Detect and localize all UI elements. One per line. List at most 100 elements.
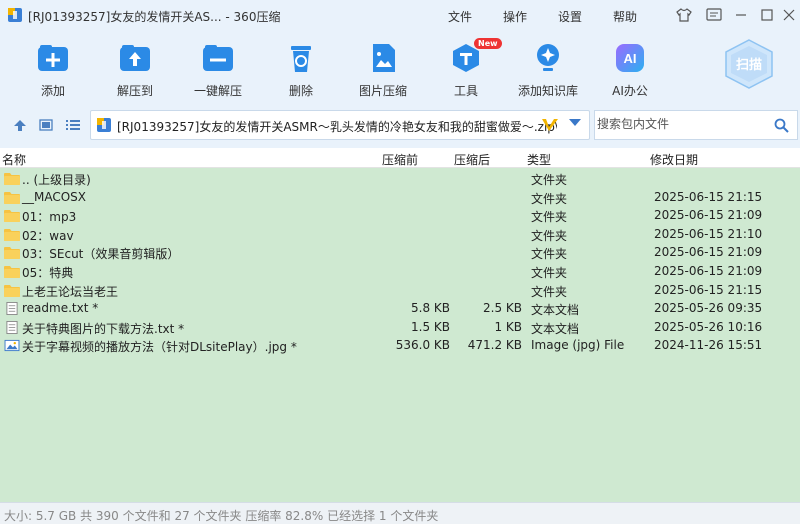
knowledge-base-label: 添加知识库 <box>517 84 578 98</box>
search-box <box>594 110 798 140</box>
file-name: 上老王论坛当老王 <box>22 284 119 299</box>
ai-icon-text: AI <box>624 51 637 66</box>
file-date: 2025-06-15 21:09 <box>654 264 763 278</box>
scan-button[interactable]: 扫描 <box>722 38 776 90</box>
col-modified[interactable]: 修改日期 <box>650 151 698 168</box>
status-bar: 大小: 5.7 GB 共 390 个文件和 27 个文件夹 压缩率 82.8% … <box>0 502 800 524</box>
trash-icon <box>291 46 311 72</box>
file-name: 01：mp3 <box>22 210 77 225</box>
table-row[interactable]: 02：wav 文件夹 2025-06-15 21:10 <box>0 225 800 244</box>
table-row[interactable]: readme.txt * 5.8 KB 2.5 KB 文本文档 2025-05-26 0… <box>0 299 800 318</box>
folder-icon <box>4 173 20 185</box>
add-label: 添加 <box>40 84 65 98</box>
table-row[interactable]: 01：mp3 文件夹 2025-06-15 21:09 <box>0 206 800 225</box>
delete-label: 删除 <box>288 84 313 98</box>
ai-office-icon: AI <box>616 44 644 72</box>
tools-label: 工具 <box>453 84 478 98</box>
file-size-after: 1 KB <box>494 319 522 334</box>
col-name[interactable]: 名称 <box>2 151 26 168</box>
skin-icon[interactable] <box>676 7 692 23</box>
window-title: [RJ01393257]女友的发情开关AS... - 360压缩 <box>28 10 281 24</box>
menu-help[interactable]: 帮助 <box>613 8 637 25</box>
file-type: 文件夹 <box>531 284 568 299</box>
new-badge: New <box>474 38 502 49</box>
text-file-icon <box>6 302 18 316</box>
search-icon[interactable] <box>774 118 789 133</box>
file-date: 2025-06-15 21:09 <box>654 245 763 260</box>
tools-button[interactable]: New 工具 <box>434 38 502 100</box>
file-date: 2025-06-15 21:09 <box>654 208 763 223</box>
thumbnail-view-icon[interactable] <box>37 116 55 134</box>
table-row[interactable]: 03：SEcut（效果音剪辑版） 文件夹 2025-06-15 21:09 <box>0 243 800 262</box>
path-text: [RJ01393257]女友的发情开关ASMR～乳头发情的冷艳女友和我的甜蜜做爱… <box>117 120 557 134</box>
file-date: 2024-11-26 15:51 <box>654 338 763 353</box>
file-name: readme.txt * <box>22 301 99 316</box>
image-compress-button[interactable]: 图片压缩 <box>351 38 415 100</box>
file-type: 文件夹 <box>531 228 568 243</box>
text-file-icon <box>6 320 18 334</box>
file-name: 05：特典 <box>22 266 74 280</box>
extract-to-label: 解压到 <box>116 84 153 98</box>
check-v-icon <box>542 119 558 131</box>
file-name: 03：SEcut（效果音剪辑版） <box>22 247 180 262</box>
knowledge-base-icon <box>537 44 559 71</box>
close-icon[interactable] <box>781 7 797 23</box>
delete-button[interactable]: 删除 <box>269 38 333 100</box>
folder-icon <box>4 284 20 297</box>
path-dropdown-icon[interactable] <box>569 119 581 126</box>
file-type: 文件夹 <box>531 191 568 206</box>
menu-settings[interactable]: 设置 <box>558 8 582 25</box>
add-button[interactable]: 添加 <box>21 38 85 100</box>
file-date: 2025-05-26 10:16 <box>654 319 763 334</box>
file-list[interactable]: 名称 压缩前 压缩后 类型 修改日期 .. (上级目录) 文件夹 __MACOSX 文… <box>0 148 800 502</box>
file-size-after: 2.5 KB <box>483 301 522 316</box>
image-compress-icon <box>373 44 395 72</box>
extract-to-button[interactable]: 解压到 <box>103 38 167 100</box>
table-row[interactable]: .. (上级目录) 文件夹 <box>0 169 800 188</box>
menu-operation[interactable]: 操作 <box>503 8 527 25</box>
one-click-extract-icon <box>203 45 233 71</box>
col-compressed-before[interactable]: 压缩前 <box>382 151 418 168</box>
table-row[interactable]: 05：特典 文件夹 2025-06-15 21:09 <box>0 262 800 281</box>
feedback-icon[interactable] <box>706 7 722 23</box>
table-row[interactable]: 上老王论坛当老王 文件夹 2025-06-15 21:15 <box>0 281 800 300</box>
file-type: 文件夹 <box>531 266 568 280</box>
add-knowledge-base-button[interactable]: 添加知识库 <box>516 38 580 100</box>
ai-office-label: AI办公 <box>612 84 648 98</box>
folder-icon <box>4 191 20 204</box>
file-size-after: 471.2 KB <box>467 338 522 353</box>
list-view-icon[interactable] <box>64 116 82 134</box>
menu-file[interactable]: 文件 <box>448 8 472 25</box>
file-type: 文本文档 <box>531 303 580 318</box>
add-icon <box>38 45 68 71</box>
file-type: Image (jpg) File <box>531 338 625 353</box>
col-type[interactable]: 类型 <box>527 151 551 168</box>
search-input[interactable] <box>597 117 767 131</box>
table-row[interactable]: __MACOSX 文件夹 2025-06-15 21:15 <box>0 188 800 207</box>
file-date: 2025-06-15 21:15 <box>654 282 763 297</box>
app-logo-icon <box>8 8 22 22</box>
status-text: 大小: 5.7 GB 共 390 个文件和 27 个文件夹 压缩率 82.8% … <box>4 509 439 523</box>
address-bar: [RJ01393257]女友的发情开关ASMR～乳头发情的冷艳女友和我的甜蜜做爱… <box>0 108 800 142</box>
file-date: 2025-06-15 21:15 <box>654 189 763 204</box>
list-header: 名称 压缩前 压缩后 类型 修改日期 <box>0 148 800 168</box>
toolbar: 添加 解压到 一键解压 删除 图片压缩 New 工具 添加知识库 AI AI办公… <box>0 30 800 104</box>
path-field[interactable]: [RJ01393257]女友的发情开关ASMR～乳头发情的冷艳女友和我的甜蜜做爱… <box>90 110 590 140</box>
ai-office-button[interactable]: AI AI办公 <box>598 38 662 100</box>
table-row[interactable]: 关于特典图片的下载方法.txt * 1.5 KB 1 KB 文本文档 2025-05-2… <box>0 318 800 337</box>
minimize-icon[interactable] <box>733 7 749 23</box>
up-level-icon[interactable] <box>11 116 29 134</box>
col-compressed-after[interactable]: 压缩后 <box>454 151 490 168</box>
file-name: 关于特典图片的下载方法.txt * <box>22 321 185 336</box>
title-bar: [RJ01393257]女友的发情开关AS... - 360压缩 文件 操作 设… <box>0 0 800 30</box>
file-date: 2025-05-26 09:35 <box>654 301 763 316</box>
table-row[interactable]: 关于字幕视频的播放方法（针对DLsitePlay）.jpg * 536.0 KB 4… <box>0 336 800 355</box>
file-name: 关于字幕视频的播放方法（针对DLsitePlay）.jpg * <box>22 340 297 355</box>
file-date: 2025-06-15 21:10 <box>654 226 763 241</box>
file-name: .. (上级目录) <box>22 173 91 187</box>
maximize-icon[interactable] <box>759 7 775 23</box>
scan-label: 扫描 <box>736 57 762 73</box>
file-type: 文件夹 <box>531 210 568 225</box>
folder-icon <box>4 210 20 223</box>
one-click-extract-button[interactable]: 一键解压 <box>186 38 250 100</box>
